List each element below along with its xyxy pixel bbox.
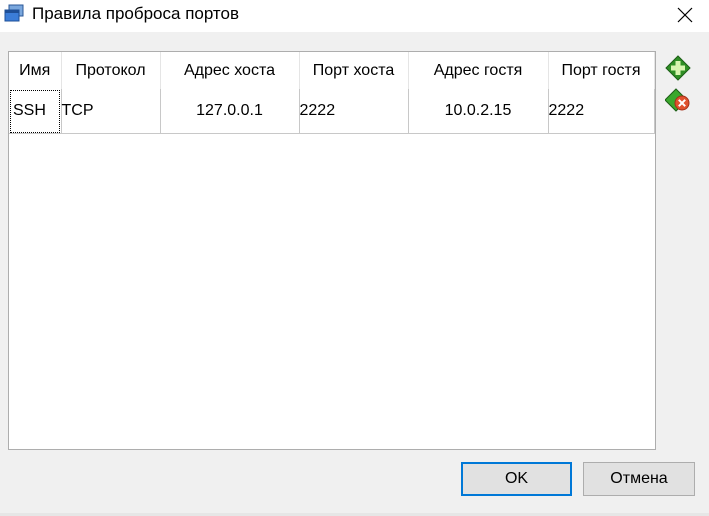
cancel-button[interactable]: Отмена	[583, 462, 695, 496]
ok-button[interactable]: OK	[461, 462, 572, 496]
window-title: Правила проброса портов	[32, 4, 240, 23]
column-header-host-port[interactable]: Порт хоста	[299, 52, 409, 89]
column-header-name[interactable]: Имя	[9, 52, 62, 89]
add-rule-button[interactable]	[664, 55, 692, 81]
cell-guest-address[interactable]: 10.0.2.15	[408, 89, 549, 134]
port-forwarding-dialog: Правила проброса портов Имя Протокол Адр…	[0, 0, 709, 516]
close-button[interactable]	[660, 0, 709, 30]
title-bar: Правила проброса портов	[0, 0, 709, 32]
cell-name[interactable]: SSH	[9, 89, 62, 134]
virtualbox-app-icon	[3, 4, 25, 24]
remove-rule-icon	[665, 88, 690, 112]
cell-guest-port[interactable]: 2222	[548, 89, 655, 134]
column-header-host-address[interactable]: Адрес хоста	[160, 52, 300, 89]
column-header-guest-port[interactable]: Порт гостя	[548, 52, 655, 89]
rules-table-container[interactable]: Имя Протокол Адрес хоста Порт хоста Адре…	[8, 51, 656, 450]
table-header-row: Имя Протокол Адрес хоста Порт хоста Адре…	[9, 52, 655, 89]
column-header-protocol[interactable]: Протокол	[61, 52, 161, 89]
close-icon	[677, 7, 692, 23]
cell-protocol[interactable]: TCP	[61, 89, 161, 134]
remove-rule-button[interactable]	[664, 87, 692, 113]
rules-table: Имя Протокол Адрес хоста Порт хоста Адре…	[9, 52, 655, 134]
cell-host-port[interactable]: 2222	[299, 89, 409, 134]
add-rule-icon	[665, 55, 691, 81]
table-row[interactable]: SSH TCP 127.0.0.1 2222 10.0.2.15 2222	[9, 89, 655, 134]
cell-host-address[interactable]: 127.0.0.1	[160, 89, 300, 134]
column-header-guest-address[interactable]: Адрес гостя	[408, 52, 549, 89]
